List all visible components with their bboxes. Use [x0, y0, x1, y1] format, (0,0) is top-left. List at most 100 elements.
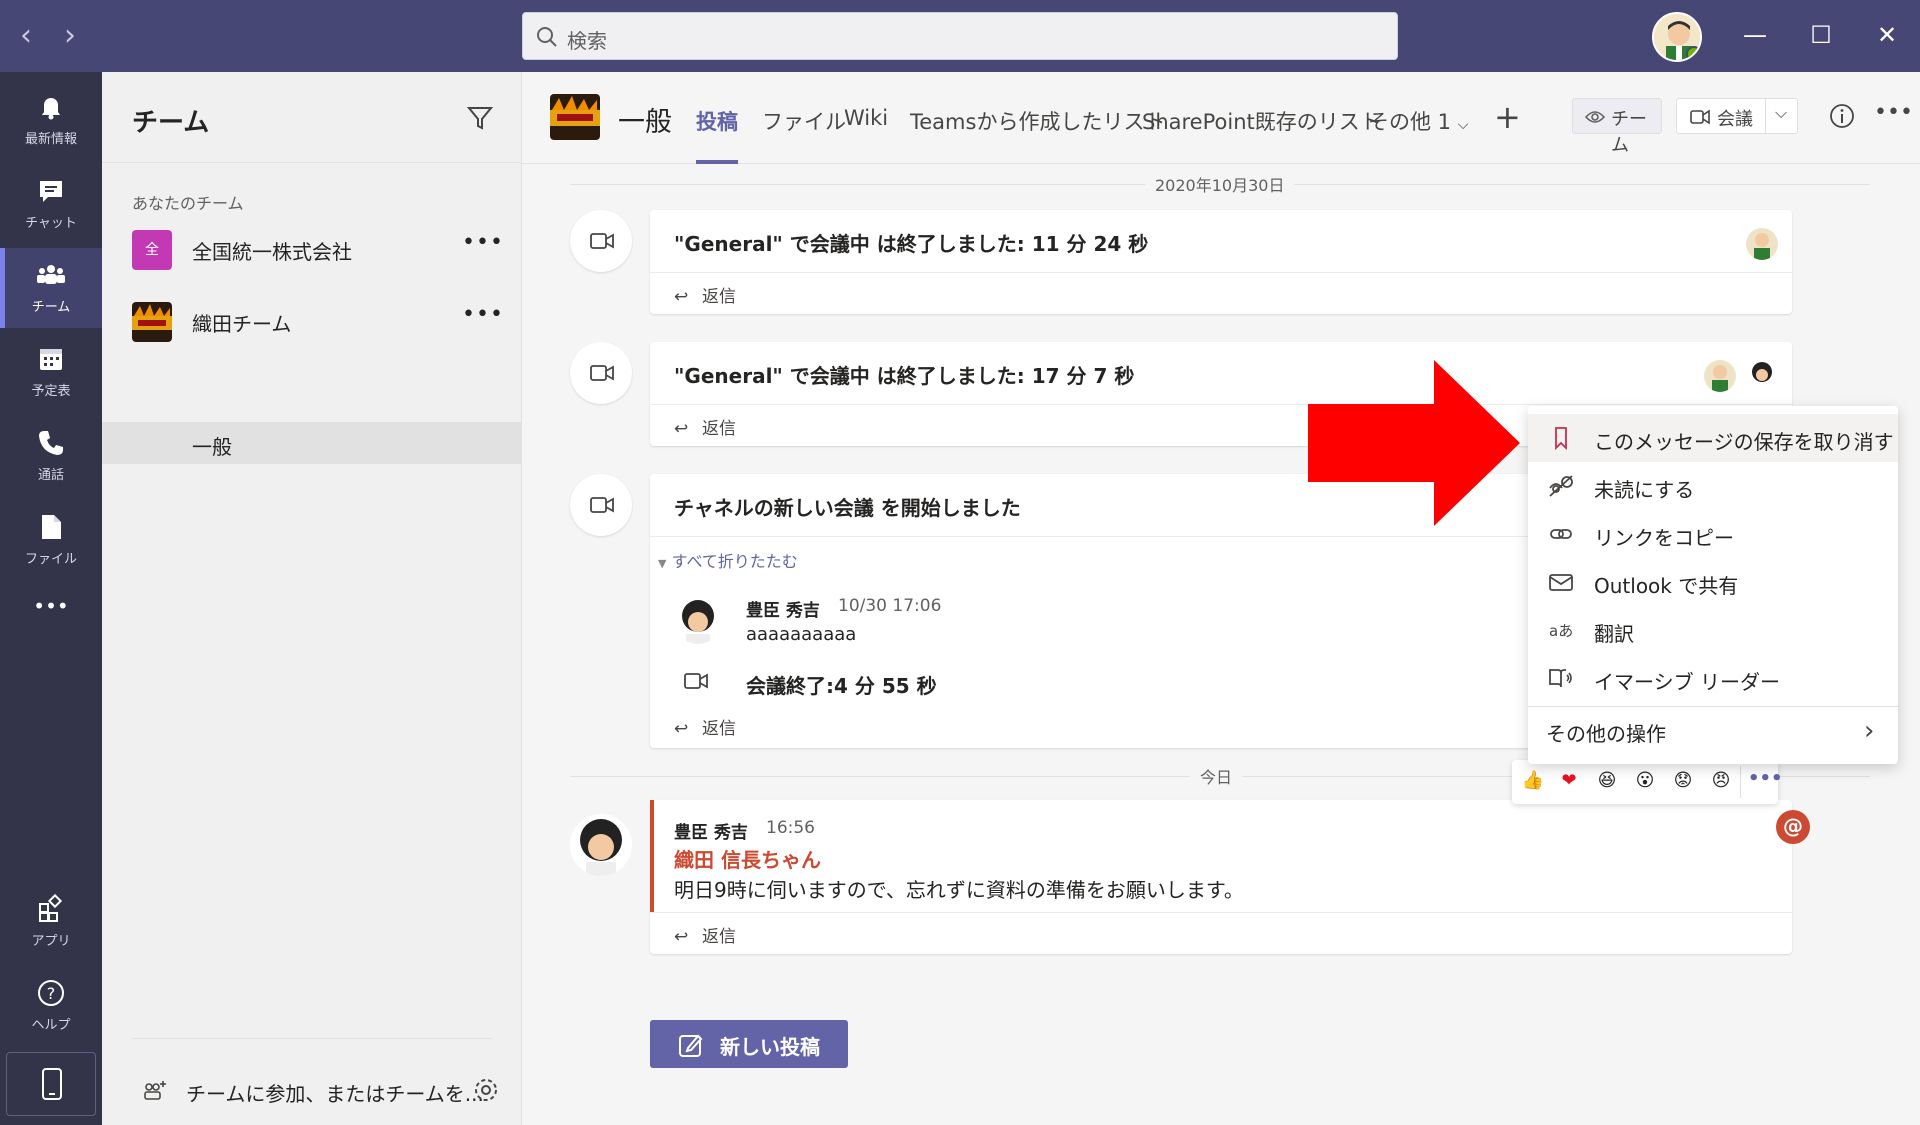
svg-text:?: ? [47, 984, 56, 1003]
reply-button[interactable]: ↩ 返信 [674, 282, 736, 307]
file-icon [42, 515, 61, 539]
close-icon[interactable]: ✕ [1872, 20, 1902, 50]
menu-item-unsave[interactable]: このメッセージの保存を取り消す [1528, 414, 1898, 462]
channel-item-general[interactable]: 一般 [102, 422, 522, 464]
more-options-icon[interactable]: ••• [1874, 100, 1913, 125]
new-post-button[interactable]: 新しい投稿 [650, 1020, 848, 1068]
reply-icon: ↩ [674, 927, 689, 947]
join-or-create-team[interactable]: チームに参加、またはチームを... [142, 1072, 512, 1112]
menu-item-immersive-reader[interactable]: イマーシブ リーダー [1528, 654, 1898, 702]
gear-icon[interactable] [472, 1076, 500, 1104]
team-item[interactable]: 織田チーム ••• [102, 290, 522, 352]
heart-reaction-icon[interactable]: ❤ [1556, 768, 1582, 794]
chevron-down-icon[interactable]: ⌵ [1775, 103, 1787, 123]
more-icon: ••• [33, 594, 69, 618]
minimize-icon[interactable]: — [1740, 20, 1770, 50]
reply-button[interactable]: ↩ 返信 [674, 922, 736, 947]
meeting-icon-circle [570, 474, 632, 536]
chevron-down-icon: ⌵ [1457, 117, 1469, 133]
appbar-calls[interactable]: 通話 [0, 416, 102, 496]
laugh-reaction-icon[interactable]: 😆 [1594, 768, 1620, 794]
menu-item-mark-unread[interactable]: 未読にする [1528, 462, 1898, 510]
maximize-icon[interactable]: ☐ [1806, 20, 1836, 50]
reply-button[interactable]: ↩ 返信 [674, 714, 736, 739]
reply-icon: ↩ [674, 719, 689, 739]
tab-sharepoint-list[interactable]: SharePoint既存のリスト [1142, 106, 1381, 136]
appbar-teams[interactable]: チーム [0, 248, 102, 328]
search-input[interactable]: 検索 [522, 12, 1398, 60]
appbar-label: チーム [31, 300, 71, 315]
message-card[interactable]: 豊臣 秀吉 16:56 織田 信長ちゃん 明日9時に伺いますので、忘れずに資料の… [650, 800, 1792, 954]
unread-icon [1549, 475, 1573, 497]
immersive-reader-icon [1549, 669, 1572, 688]
menu-item-translate[interactable]: aあ 翻訳 [1528, 606, 1898, 654]
appbar-activity[interactable]: 最新情報 [0, 80, 102, 160]
team-button[interactable]: チーム [1572, 98, 1662, 156]
tab-more[interactable]: その他 1 ⌵ [1368, 106, 1468, 136]
translate-icon: aあ [1549, 622, 1573, 640]
surprised-reaction-icon[interactable]: 😮 [1632, 768, 1658, 794]
nested-message-text: aaaaaaaaaa [746, 624, 857, 645]
meeting-message-card[interactable]: "General" で会議中 は終了しました: 11 分 24 秒 ↩ 返信 [650, 210, 1792, 314]
appbar-chat[interactable]: チャット [0, 164, 102, 244]
tab-wiki[interactable]: Wiki [844, 106, 888, 130]
app-bar: 最新情報 チャット チーム 予定表 通話 ファイル ••• アプリ ? ヘルプ [0, 72, 102, 1125]
svg-text:aあ: aあ [1549, 622, 1573, 640]
appbar-label: ヘルプ [31, 1018, 71, 1033]
appbar-apps[interactable]: アプリ [0, 882, 102, 962]
tab-files[interactable]: ファイル [762, 106, 846, 136]
date-label: 2020年10月30日 [1145, 172, 1295, 196]
compose-icon [679, 1034, 703, 1057]
video-camera-icon [590, 233, 614, 249]
menu-item-copy-link[interactable]: リンクをコピー [1528, 510, 1898, 558]
angry-reaction-icon[interactable]: 😠 [1708, 768, 1734, 794]
back-arrow-icon[interactable]: ‹ [20, 18, 32, 53]
channel-name: 一般 [192, 435, 232, 459]
join-team-label: チームに参加、またはチームを... [186, 1082, 484, 1106]
appbar-calendar[interactable]: 予定表 [0, 332, 102, 412]
channel-title: 一般 [618, 107, 672, 138]
filter-icon[interactable] [466, 104, 494, 132]
sad-reaction-icon[interactable]: 😟 [1670, 768, 1696, 794]
mobile-download-button[interactable] [6, 1052, 96, 1116]
message-text: 明日9時に伺いますので、忘れずに資料の準備をお願いします。 [674, 878, 1244, 902]
appbar-label: 通話 [37, 468, 64, 483]
like-reaction-icon[interactable]: 👍 [1520, 768, 1546, 794]
reply-button[interactable]: ↩ 返信 [674, 414, 736, 439]
teams-pane: チーム あなたのチーム 全 全国統一株式会社 ••• 織田チーム ••• 一般 … [102, 72, 522, 1125]
divider [1740, 766, 1741, 798]
tab-posts[interactable]: 投稿 [696, 106, 738, 136]
more-options-icon[interactable]: ••• [462, 230, 504, 255]
divider [132, 1038, 492, 1039]
meet-button[interactable]: 会議 ⌵ [1676, 98, 1798, 134]
appbar-more[interactable]: ••• [0, 592, 102, 632]
info-icon[interactable] [1828, 102, 1856, 130]
menu-item-more-actions[interactable]: その他の操作 [1546, 718, 1666, 747]
appbar-files[interactable]: ファイル [0, 500, 102, 580]
team-item[interactable]: 全 全国統一株式会社 ••• [102, 218, 522, 280]
divider [650, 912, 1792, 913]
phone-icon [39, 431, 63, 455]
message-timestamp: 16:56 [766, 818, 815, 838]
meeting-ended-text: "General" で会議中 は終了しました: 11 分 24 秒 [674, 232, 1149, 256]
red-arrow-annotation [1308, 360, 1520, 526]
video-camera-icon [590, 497, 614, 513]
mention-name[interactable]: 織田 信長ちゃん [674, 844, 821, 873]
user-avatar[interactable] [1652, 12, 1702, 62]
forward-arrow-icon[interactable]: › [64, 18, 76, 53]
tab-teams-list[interactable]: Teamsから作成したリスト [910, 106, 1165, 136]
author-avatar[interactable] [674, 596, 722, 644]
menu-item-share-outlook[interactable]: Outlook で共有 [1528, 558, 1898, 606]
menu-item-label: イマーシブ リーダー [1594, 670, 1780, 694]
add-tab-button[interactable]: + [1494, 98, 1521, 136]
divider [1528, 706, 1898, 707]
more-options-icon[interactable]: ••• [1748, 768, 1783, 789]
author-avatar[interactable] [570, 814, 632, 876]
collapse-all-link[interactable]: ▼ すべて折りたたむ [658, 548, 798, 572]
divider [102, 162, 522, 163]
more-options-icon[interactable]: ••• [462, 302, 504, 327]
video-camera-icon [684, 673, 708, 689]
appbar-help[interactable]: ? ヘルプ [0, 966, 102, 1046]
nested-timestamp: 10/30 17:06 [838, 596, 942, 616]
mobile-icon [42, 1068, 62, 1100]
